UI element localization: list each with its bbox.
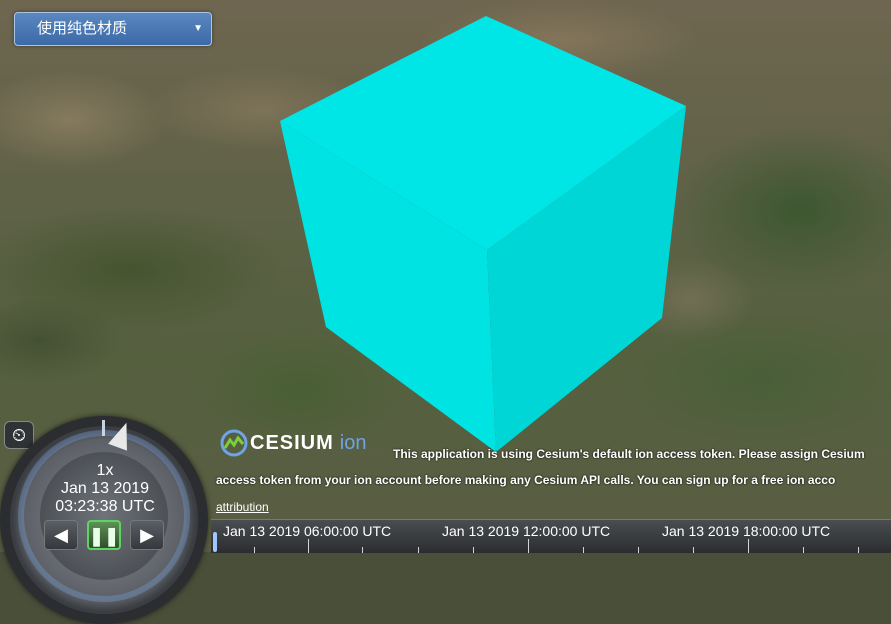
shuttle-ring-tick xyxy=(102,420,105,436)
cesium-logo-text: CESIUM xyxy=(250,431,334,454)
ion-token-warning-line-1: This application is using Cesium's defau… xyxy=(393,447,865,461)
timeline-minor-tick xyxy=(803,547,804,553)
timeline-label: Jan 13 2019 18:00:00 UTC xyxy=(662,523,831,539)
animation-date: Jan 13 2019 xyxy=(60,480,150,497)
timeline[interactable]: Jan 13 2019 06:00:00 UTC Jan 13 2019 12:… xyxy=(211,519,891,553)
timeline-minor-tick xyxy=(254,547,255,553)
animation-widget: 1x Jan 13 2019 03:23:38 UTC ◀ ❚❚ ▶ xyxy=(0,416,210,624)
cesium-ion-logo[interactable]: CESIUM ion xyxy=(220,428,367,458)
play-forward-button[interactable]: ▶ xyxy=(130,520,164,550)
timeline-major-tick xyxy=(528,539,529,553)
ion-token-warning-line-2: access token from your ion account befor… xyxy=(216,473,836,487)
play-reverse-button[interactable]: ◀ xyxy=(44,520,78,550)
timeline-minor-tick xyxy=(418,547,419,553)
timeline-minor-tick xyxy=(693,547,694,553)
timeline-label: Jan 13 2019 06:00:00 UTC xyxy=(223,523,392,539)
material-select-label: 使用纯色材质 xyxy=(37,20,128,37)
timeline-major-tick xyxy=(308,539,309,553)
pause-button[interactable]: ❚❚ xyxy=(87,520,121,550)
timeline-minor-tick xyxy=(583,547,584,553)
timeline-minor-tick xyxy=(858,547,859,553)
ion-logo-text: ion xyxy=(339,431,367,454)
timeline-minor-tick xyxy=(362,547,363,553)
material-select[interactable]: 使用纯色材质 ▼ xyxy=(14,12,212,46)
animation-time: 03:23:38 UTC xyxy=(55,498,155,515)
timeline-minor-tick xyxy=(638,547,639,553)
timeline-label: Jan 13 2019 12:00:00 UTC xyxy=(442,523,611,539)
animation-speed: 1x xyxy=(96,462,114,479)
cesium-logo-icon xyxy=(220,429,248,457)
chevron-down-icon: ▼ xyxy=(193,23,203,34)
timeline-major-tick xyxy=(748,539,749,553)
timeline-minor-tick xyxy=(473,547,474,553)
attribution-link[interactable]: attribution xyxy=(216,500,269,514)
timeline-needle[interactable] xyxy=(213,532,217,552)
